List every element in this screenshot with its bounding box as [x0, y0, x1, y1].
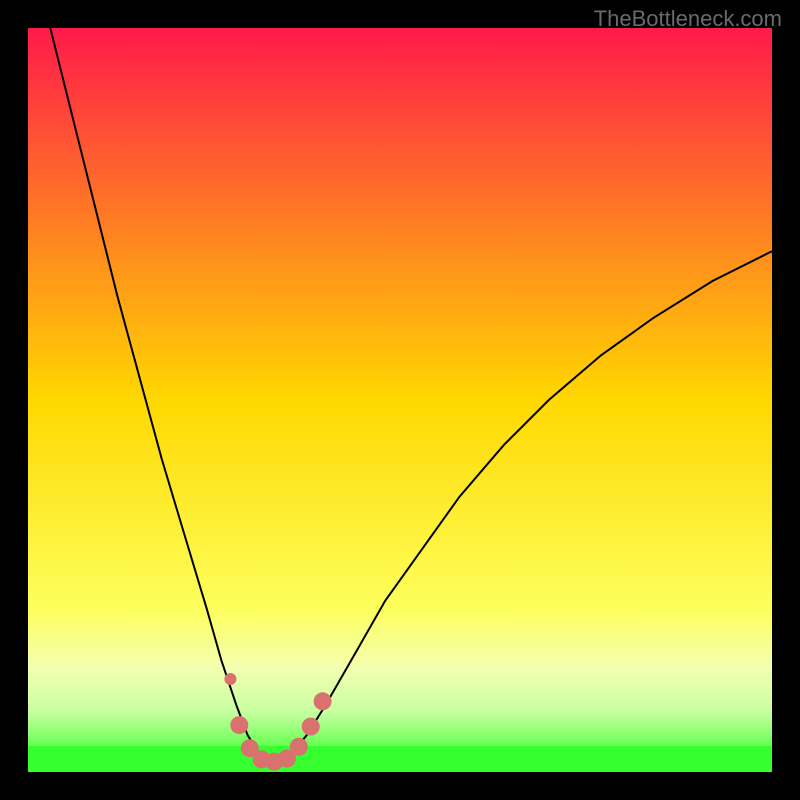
- curve-marker: [314, 692, 332, 710]
- chart-background: [28, 28, 772, 772]
- chart-goodzone: [28, 746, 772, 772]
- watermark-text: TheBottleneck.com: [594, 6, 782, 32]
- curve-marker: [230, 716, 248, 734]
- chart-svg: [28, 28, 772, 772]
- curve-marker: [224, 673, 236, 685]
- chart-plot-area: [28, 28, 772, 772]
- curve-marker: [302, 718, 320, 736]
- curve-marker: [290, 738, 308, 756]
